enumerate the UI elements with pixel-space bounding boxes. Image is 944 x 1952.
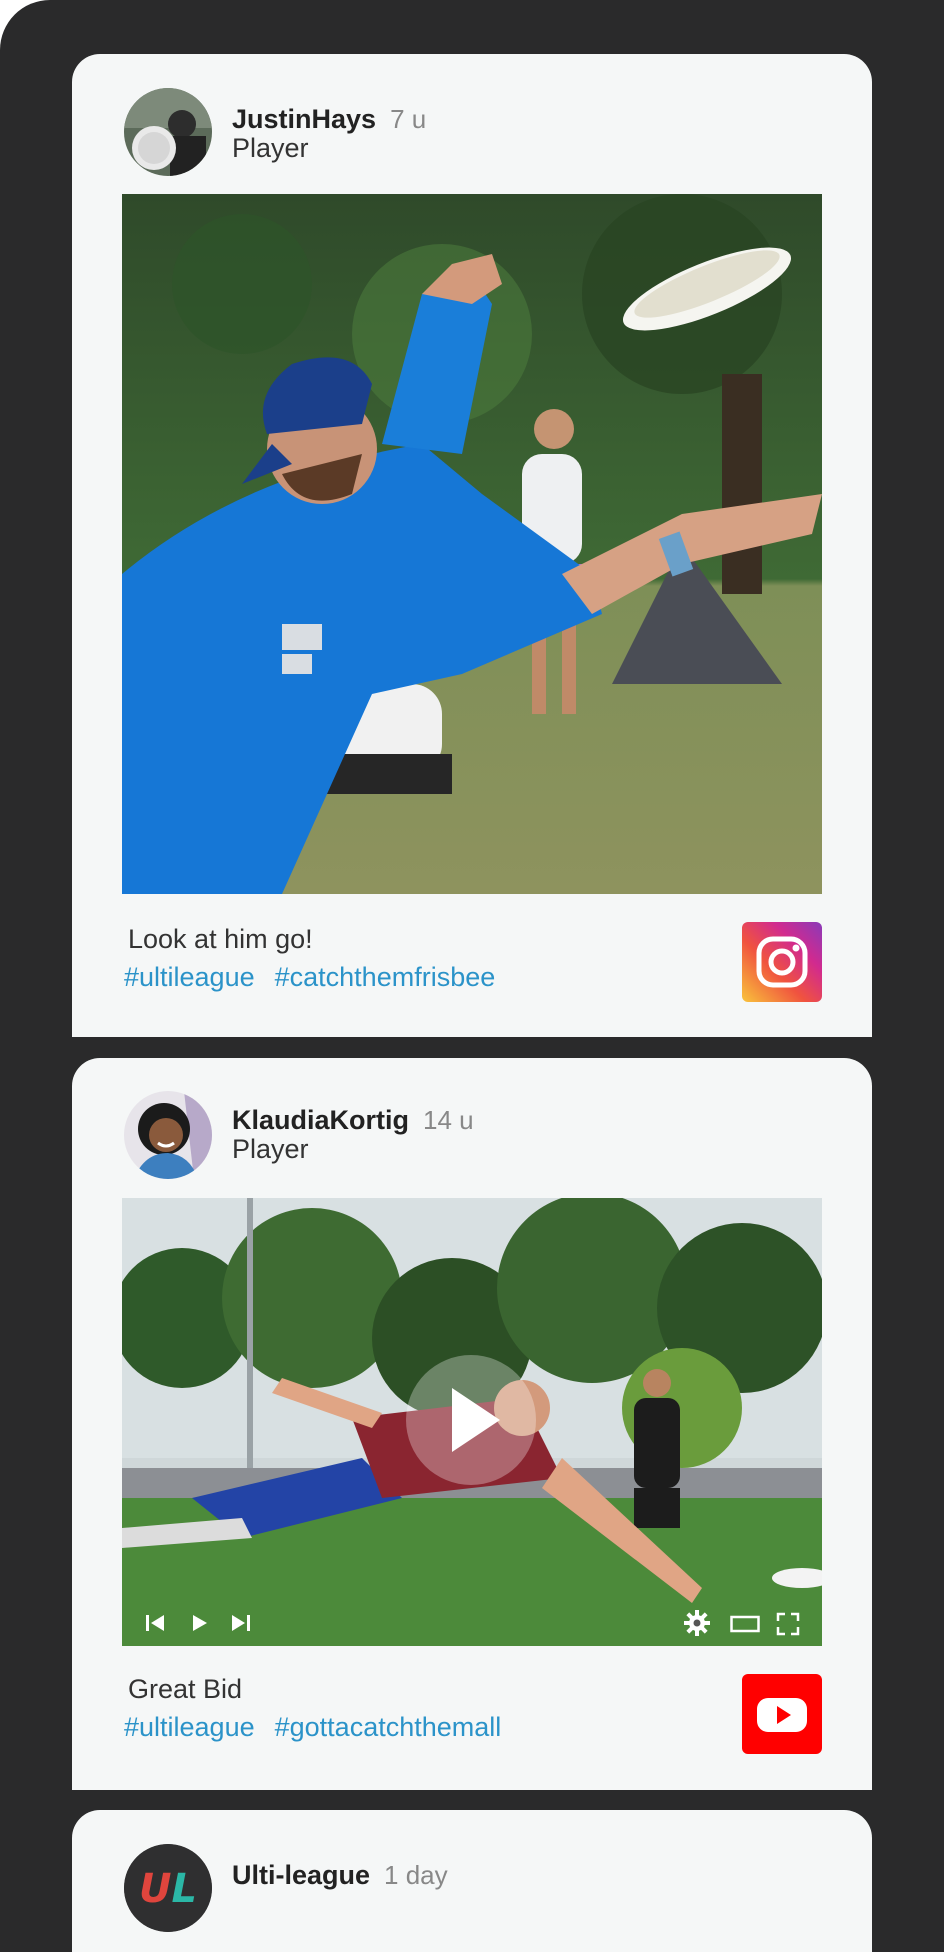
settings-icon[interactable] xyxy=(684,1610,710,1636)
post-time: 7 u xyxy=(390,104,427,134)
post-time: 1 day xyxy=(384,1860,448,1890)
avatar[interactable] xyxy=(124,88,212,176)
feed-background: JustinHays 7 u Player Look at him go! #u… xyxy=(0,0,944,1952)
post-card: JustinHays 7 u Player Look at him go! #u… xyxy=(72,54,872,1037)
hashtag[interactable]: #ultileague xyxy=(124,962,255,992)
ulti-league-logo[interactable]: UL xyxy=(124,1844,212,1932)
next-icon[interactable] xyxy=(230,1612,252,1634)
logo-text: UL xyxy=(139,1866,197,1912)
username[interactable]: JustinHays 7 u xyxy=(232,104,426,135)
post-card: KlaudiaKortig 14 u Player Great Bid #ult… xyxy=(72,1058,872,1790)
instagram-icon[interactable] xyxy=(742,922,822,1002)
hashtag[interactable]: #gottacatchthemall xyxy=(275,1712,502,1742)
hashtag-list: #ultileague #catchthemfrisbee xyxy=(124,962,515,993)
post-caption: Look at him go! xyxy=(128,924,313,954)
youtube-icon[interactable] xyxy=(742,1674,822,1754)
post-card: UL Ulti-league 1 day xyxy=(72,1810,872,1952)
user-role: Player xyxy=(232,133,309,163)
user-role: Player xyxy=(232,1134,309,1164)
post-time: 14 u xyxy=(423,1105,474,1135)
previous-icon[interactable] xyxy=(144,1612,166,1634)
post-caption: Great Bid xyxy=(128,1674,243,1704)
video-player[interactable] xyxy=(122,1198,822,1646)
play-icon[interactable] xyxy=(188,1612,210,1634)
username-text[interactable]: JustinHays xyxy=(232,104,376,134)
hashtag[interactable]: #ultileague xyxy=(124,1712,255,1742)
hashtag[interactable]: #catchthemfrisbee xyxy=(275,962,496,992)
fullscreen-icon[interactable] xyxy=(776,1612,800,1636)
username-text[interactable]: KlaudiaKortig xyxy=(232,1105,409,1135)
video-controls xyxy=(122,1586,822,1646)
avatar[interactable] xyxy=(124,1091,212,1179)
username-text[interactable]: Ulti-league xyxy=(232,1860,370,1890)
post-photo[interactable] xyxy=(122,194,822,894)
username[interactable]: Ulti-league 1 day xyxy=(232,1860,448,1891)
hashtag-list: #ultileague #gottacatchthemall xyxy=(124,1712,521,1743)
username[interactable]: KlaudiaKortig 14 u xyxy=(232,1105,474,1136)
theater-mode-icon[interactable] xyxy=(730,1614,760,1634)
